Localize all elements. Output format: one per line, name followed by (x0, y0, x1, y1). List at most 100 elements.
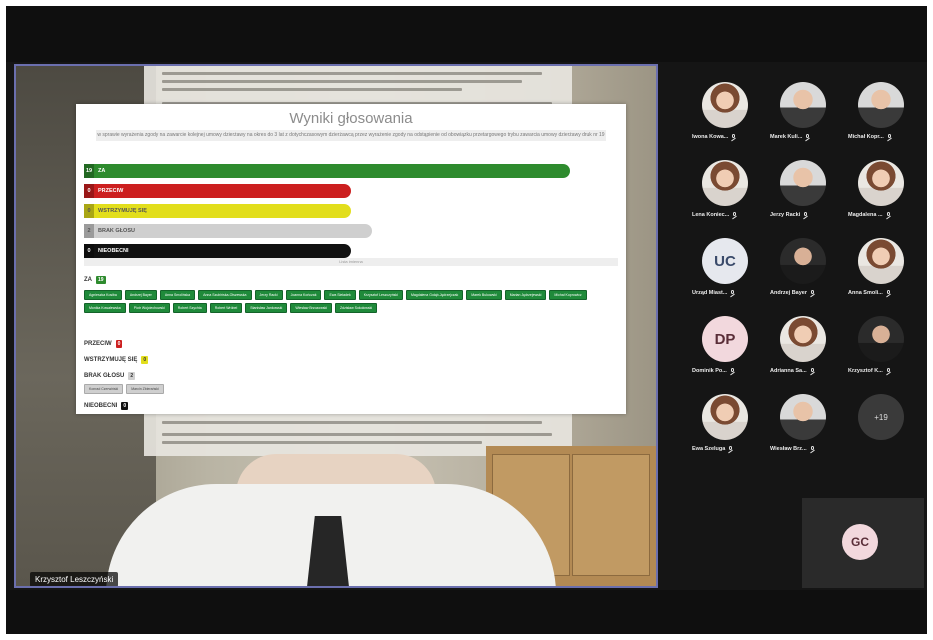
avatar (702, 394, 748, 440)
voter-name-chip: Konrad Czerwiński (84, 384, 124, 394)
voter-name-chip: Marcin Zbierański (126, 384, 164, 394)
avatar (780, 316, 826, 362)
participant-tile[interactable]: Wiesław Brz... (764, 388, 834, 462)
vote-bar: 19 ZA (84, 164, 570, 178)
mic-muted-icon (805, 134, 810, 140)
voter-name-chip: Piotr Wojciechowski (128, 303, 170, 313)
participant-name-text: Ewa Szeluga (692, 446, 726, 452)
mic-muted-icon (728, 446, 733, 452)
participant-tile[interactable]: Anna Smoli... (842, 232, 912, 306)
participant-tile-gc[interactable]: GC (802, 498, 924, 588)
names-separator: Lista imienna (84, 258, 618, 266)
mic-muted-icon (730, 290, 735, 296)
voter-name-chip: Magdalena Gołąb-Jędrzejczak (405, 290, 464, 300)
participant-name-text: Lena Koniec... (692, 212, 730, 218)
mic-muted-icon (886, 368, 891, 374)
vote-bar-count: 0 (84, 184, 94, 198)
vote-bar-count: 19 (84, 164, 94, 178)
participant-name-text: Jerzy Racki (770, 212, 801, 218)
przeciw-count-badge: 0 (115, 340, 123, 348)
participant-tile[interactable]: Marek Kuli... (764, 76, 834, 150)
participant-name: Dominik Po... (692, 368, 762, 374)
vote-bar-label: BRAK GŁOSU (98, 228, 135, 234)
voter-name-chip: Joanna Kończak (285, 290, 322, 300)
voter-name-chip: Marian Jędrzejewski (504, 290, 547, 300)
meeting-window: Krzysztof Leszczyński Wyniki głosowania … (6, 6, 927, 634)
voter-name-chip: Krzysztof Leszczyński (358, 290, 403, 300)
mic-muted-icon (810, 446, 815, 452)
vote-bar-label: WSTRZYMUJĘ SIĘ (98, 208, 147, 214)
participant-name: Jerzy Racki (770, 212, 840, 218)
vote-bar-count: 0 (84, 204, 94, 218)
participant-name-text: Urząd Miast... (692, 290, 728, 296)
avatar (702, 82, 748, 128)
section-wstrzymuje: WSTRZYMUJĘ SIĘ 0 (84, 356, 149, 364)
section-nieobecni: NIEOBECNI 0 (84, 402, 129, 410)
voter-name-chip: Monika Kowalewska (84, 303, 126, 313)
mic-muted-icon (810, 368, 815, 374)
voter-name-chip: Andrzej Bayer (124, 290, 157, 300)
participant-name-text: Iwona Kowa... (692, 134, 729, 140)
more-participants-button[interactable]: +19 (858, 394, 904, 440)
section-za: ZA 19 (84, 276, 106, 284)
voter-name-chip: Robert Szychta (172, 303, 207, 313)
participant-tile[interactable]: Jerzy Racki (764, 154, 834, 228)
voter-name-chip: Marek Bukowski (466, 290, 502, 300)
participant-name: Magdalena ... (848, 212, 918, 218)
participant-tile[interactable]: Lena Koniec... (686, 154, 756, 228)
voter-name-chip: Zdzisław Sokołowski (335, 303, 378, 313)
top-bar (6, 6, 927, 62)
mic-muted-icon (730, 368, 735, 374)
participant-name-text: Anna Smoli... (848, 290, 883, 296)
vote-bar-label: ZA (98, 168, 106, 174)
participant-tile[interactable]: Iwona Kowa... (686, 76, 756, 150)
participant-tile[interactable]: Michał Kopr... (842, 76, 912, 150)
avatar (780, 394, 826, 440)
avatar: DP (702, 316, 748, 362)
voter-name-chip: Agnieszka Kosiba (84, 290, 122, 300)
participant-name: Marek Kuli... (770, 134, 840, 140)
participant-name-text: Adrianna Sa... (770, 368, 807, 374)
participant-name-text: Dominik Po... (692, 368, 727, 374)
participants-grid: Iwona Kowa... Marek Kuli... Michał Kopr...… (686, 76, 926, 496)
za-count-badge: 19 (96, 276, 106, 284)
participant-name: Krzysztof K... (848, 368, 918, 374)
voter-name-chip: Stanisław Jankowski (245, 303, 288, 313)
nieobecni-count-badge: 0 (121, 402, 129, 410)
bottom-bar (6, 590, 927, 634)
mic-muted-icon (732, 212, 737, 218)
avatar (858, 238, 904, 284)
participant-tile[interactable]: Andrzej Bayer (764, 232, 834, 306)
participant-name-text: Wiesław Brz... (770, 446, 807, 452)
participant-name: Andrzej Bayer (770, 290, 840, 296)
vote-bar-count: 2 (84, 224, 94, 238)
avatar (858, 82, 904, 128)
participant-name-text: Magdalena ... (848, 212, 883, 218)
vote-bar: 0 WSTRZYMUJĘ SIĘ (84, 204, 351, 218)
participant-tile[interactable]: +19 (842, 388, 912, 462)
participant-name: Urząd Miast... (692, 290, 762, 296)
participant-tile[interactable]: Magdalena ... (842, 154, 912, 228)
vote-bar: 0 PRZECIW (84, 184, 351, 198)
participant-name-text: Andrzej Bayer (770, 290, 807, 296)
voter-name-chip: Anna Szubińska-Olszewska (198, 290, 252, 300)
voter-name-chip: Anna Smolińska (159, 290, 196, 300)
vote-bar-label: NIEOBECNI (98, 248, 129, 254)
participant-name: Adrianna Sa... (770, 368, 840, 374)
participant-tile[interactable]: UC Urząd Miast... (686, 232, 756, 306)
participant-name-text: Marek Kuli... (770, 134, 803, 140)
voting-description: w sprawie wyrażenia zgody na zawarcie ko… (96, 130, 606, 141)
participant-name-text: Krzysztof K... (848, 368, 883, 374)
avatar (702, 160, 748, 206)
vote-bar: 2 BRAK GŁOSU (84, 224, 372, 238)
avatar: UC (702, 238, 748, 284)
participant-tile[interactable]: Ewa Szeluga (686, 388, 756, 462)
participant-tile[interactable]: Krzysztof K... (842, 310, 912, 384)
vote-bar-count: 0 (84, 244, 94, 258)
mic-muted-icon (810, 290, 815, 296)
voter-name-chip: Jerzy Racki (254, 290, 283, 300)
participant-tile[interactable]: DP Dominik Po... (686, 310, 756, 384)
participant-tile[interactable]: Adrianna Sa... (764, 310, 834, 384)
avatar (780, 82, 826, 128)
brak-count-badge: 2 (128, 372, 136, 380)
